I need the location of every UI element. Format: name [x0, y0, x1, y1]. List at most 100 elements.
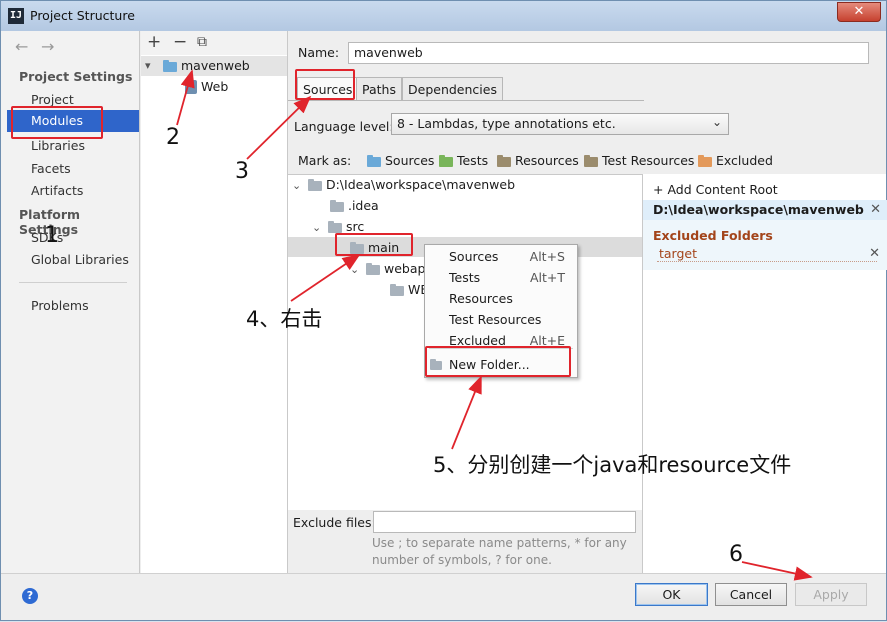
- mark-tests-button[interactable]: Tests: [439, 153, 488, 168]
- chevron-down-icon[interactable]: ⌄: [292, 179, 304, 192]
- annotation-step-5: 5、分别创建一个java和resource文件: [433, 453, 792, 477]
- annotation-box-main: [335, 233, 413, 256]
- annotation-box-modules: [11, 106, 103, 139]
- tree-row-idea[interactable]: .idea: [330, 198, 379, 218]
- excluded-folder-item[interactable]: target: [659, 246, 697, 261]
- content-root-path[interactable]: D:\Idea\workspace\mavenweb ✕: [643, 200, 887, 220]
- title-bar[interactable]: IJ Project Structure ✕: [1, 1, 886, 31]
- chevron-down-icon[interactable]: ⌄: [350, 263, 362, 276]
- nav-item-libraries[interactable]: Libraries: [31, 138, 85, 153]
- annotation-step-4: 4、右击: [246, 307, 323, 331]
- folder-icon: [307, 178, 322, 191]
- name-label: Name:: [298, 45, 340, 60]
- project-structure-window: IJ Project Structure ✕ ← → Project Setti…: [0, 0, 887, 621]
- tab-paths[interactable]: Paths: [356, 77, 402, 101]
- mark-resources-label: Resources: [514, 153, 579, 168]
- module-row-mavenweb[interactable]: ▾ mavenweb: [141, 56, 287, 76]
- nav-item-project[interactable]: Project: [31, 92, 74, 107]
- copy-module-icon[interactable]: ⧉: [197, 34, 207, 50]
- exclude-files-hint: Use ; to separate name patterns, * for a…: [372, 536, 627, 567]
- content-root-path-label: D:\Idea\workspace\mavenweb: [653, 202, 864, 217]
- language-level-value: 8 - Lambdas, type annotations etc.: [397, 116, 616, 131]
- folder-icon: [327, 220, 342, 233]
- tree-label-src: src: [345, 219, 365, 234]
- tree-row-web-inf[interactable]: WE: [390, 282, 428, 302]
- ok-button[interactable]: OK: [635, 583, 708, 606]
- menu-item-sources-shortcut: Alt+S: [529, 249, 565, 264]
- menu-item-tests[interactable]: Tests Alt+T: [425, 268, 577, 288]
- help-icon[interactable]: ?: [22, 588, 38, 604]
- add-content-root-label: Add Content Root: [667, 182, 778, 197]
- folder-icon: [330, 199, 344, 212]
- chevron-down-icon[interactable]: ▾: [145, 59, 157, 72]
- menu-item-test-resources[interactable]: Test Resources: [425, 310, 577, 330]
- menu-item-resources-label: Resources: [449, 291, 513, 306]
- sources-folder-icon: [367, 154, 381, 167]
- close-button[interactable]: ✕: [837, 2, 881, 22]
- mark-test-resources-button[interactable]: Test Resources: [584, 153, 694, 168]
- test-resources-folder-icon: [584, 154, 598, 167]
- intellij-app-icon: IJ: [8, 8, 24, 24]
- plus-icon: +: [653, 182, 664, 197]
- apply-button[interactable]: Apply: [795, 583, 867, 606]
- exclude-files-input[interactable]: [373, 511, 636, 533]
- nav-item-facets[interactable]: Facets: [31, 161, 71, 176]
- add-content-root-button[interactable]: + Add Content Root: [653, 182, 778, 197]
- folder-icon: [365, 262, 380, 275]
- facet-name: Web: [201, 79, 229, 94]
- web-facet-icon: [185, 80, 197, 94]
- mark-test-resources-label: Test Resources: [601, 153, 695, 168]
- tree-label-idea: .idea: [347, 198, 379, 213]
- chevron-down-icon: ⌄: [711, 115, 722, 129]
- mark-excluded-button[interactable]: Excluded: [698, 153, 773, 168]
- folder-icon: [390, 283, 404, 296]
- content-root-pane: + Add Content Root D:\Idea\workspace\mav…: [642, 174, 887, 573]
- remove-content-root-icon[interactable]: ✕: [870, 202, 881, 217]
- excluded-folder-icon: [698, 154, 712, 167]
- add-module-icon[interactable]: +: [147, 32, 161, 52]
- language-level-label: Language level:: [294, 119, 394, 134]
- window-title: Project Structure: [30, 8, 135, 23]
- mark-resources-button[interactable]: Resources: [497, 153, 579, 168]
- module-row-web[interactable]: Web: [141, 77, 287, 97]
- annotation-step-2: 2: [166, 125, 180, 150]
- tab-divider: [288, 100, 644, 101]
- back-arrow-icon[interactable]: ←: [15, 37, 28, 56]
- remove-module-icon[interactable]: −: [173, 32, 187, 52]
- exclude-files-label: Exclude files:: [293, 515, 376, 530]
- menu-item-tests-label: Tests: [449, 270, 481, 285]
- mark-sources-label: Sources: [384, 153, 435, 168]
- nav-item-global-libraries[interactable]: Global Libraries: [31, 252, 129, 267]
- menu-item-resources[interactable]: Resources: [425, 289, 577, 309]
- module-name-input[interactable]: mavenweb: [348, 42, 869, 64]
- menu-item-sources-label: Sources: [449, 249, 499, 264]
- annotation-box-new-folder: [425, 346, 571, 377]
- annotation-step-1: 1: [45, 223, 59, 248]
- project-settings-heading: Project Settings: [19, 69, 133, 84]
- tests-folder-icon: [439, 154, 453, 167]
- module-folder-icon: [163, 60, 177, 72]
- cancel-button[interactable]: Cancel: [715, 583, 787, 606]
- nav-item-artifacts[interactable]: Artifacts: [31, 183, 83, 198]
- annotation-step-3: 3: [235, 159, 249, 184]
- excluded-folders-heading: Excluded Folders: [653, 228, 773, 243]
- nav-item-problems[interactable]: Problems: [31, 298, 89, 313]
- remove-excluded-icon[interactable]: ✕: [869, 246, 880, 261]
- module-name: mavenweb: [181, 58, 250, 73]
- resources-folder-icon: [497, 154, 511, 167]
- dialog-button-bar: ? OK Cancel Apply: [1, 573, 886, 620]
- menu-item-sources[interactable]: Sources Alt+S: [425, 247, 577, 267]
- annotation-box-sources-tab: [295, 69, 355, 100]
- module-tree-pane: + − ⧉ ▾ mavenweb Web: [141, 31, 288, 573]
- tree-row-root[interactable]: ⌄ D:\Idea\workspace\mavenweb: [292, 177, 515, 197]
- chevron-down-icon[interactable]: ⌄: [312, 221, 324, 234]
- tab-dependencies[interactable]: Dependencies: [402, 77, 503, 101]
- tree-row-webapp[interactable]: ⌄ webap: [350, 261, 425, 281]
- mark-sources-button[interactable]: Sources: [367, 153, 434, 168]
- excluded-item-underline: [657, 261, 877, 262]
- mark-excluded-label: Excluded: [715, 153, 773, 168]
- module-toolbar: + − ⧉: [141, 31, 287, 55]
- tree-label-root: D:\Idea\workspace\mavenweb: [325, 177, 516, 192]
- language-level-select[interactable]: 8 - Lambdas, type annotations etc. ⌄: [391, 113, 729, 135]
- forward-arrow-icon[interactable]: →: [41, 37, 54, 56]
